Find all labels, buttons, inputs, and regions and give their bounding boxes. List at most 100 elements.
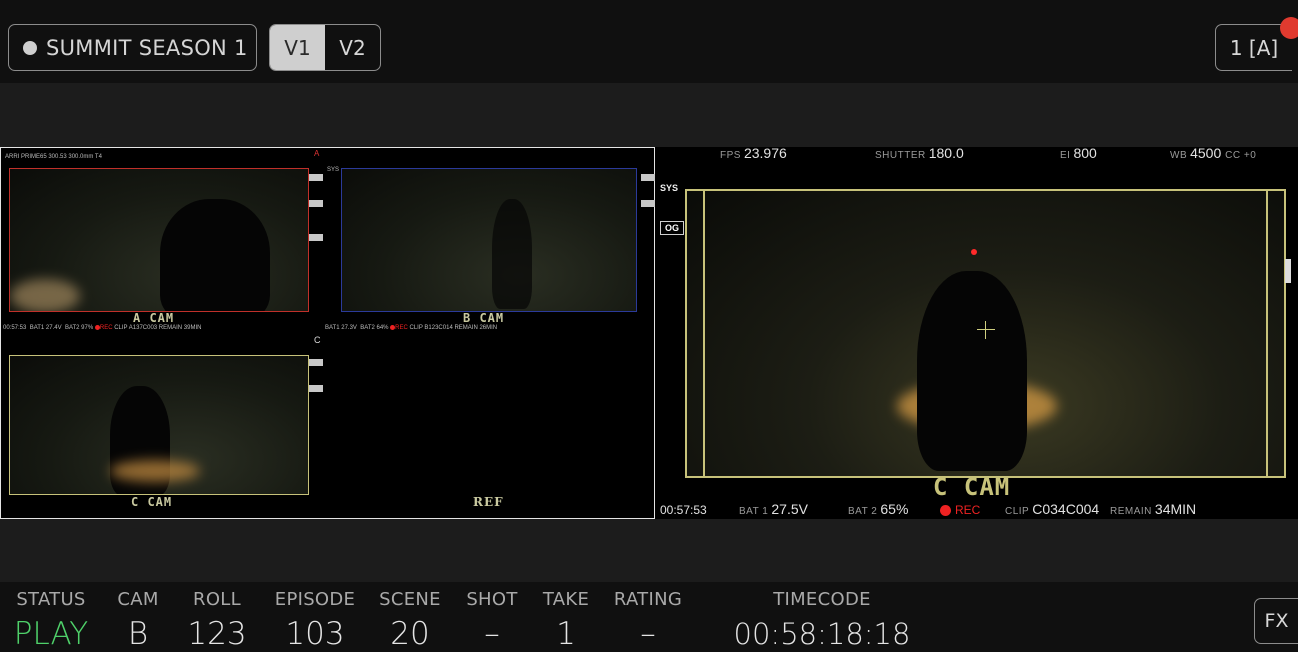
version-v2-button[interactable]: V2	[325, 25, 380, 70]
monitor-remain-key: REMAIN	[1110, 506, 1152, 517]
scene-field: SCENE 20	[376, 582, 444, 650]
monitor-frame-inner-left	[703, 191, 705, 476]
roll-label: ROLL	[193, 589, 241, 610]
main-monitor[interactable]: FPS 23.976 SHUTTER 180.0 EI 800 WB 4500 CC +…	[655, 145, 1298, 519]
project-label: SUMMIT SEASON 1	[46, 35, 248, 60]
rec-dot-icon	[940, 504, 951, 516]
status-field: STATUS PLAY	[12, 582, 90, 650]
a-cam-bat2: 97%	[81, 325, 94, 332]
timecode-field: TIMECODE 00:58:18:18	[716, 582, 928, 650]
a-cam-bat1: 27.4V	[45, 325, 62, 332]
b-cam-rec: REC	[395, 325, 408, 332]
a-cam-explosion	[10, 279, 80, 311]
status-label: STATUS	[16, 589, 86, 610]
monitor-cam-label: C CAM	[933, 473, 1011, 501]
upper-spacer	[0, 84, 1298, 147]
monitor-ei-value: 800	[1073, 145, 1097, 161]
rating-label: RATING	[613, 589, 683, 610]
monitor-ei: EI 800	[1060, 145, 1097, 161]
a-cam-lens-info: ARRI PRIME65 300.53 300.0mm T4	[5, 154, 102, 160]
rating-field: RATING –	[610, 582, 686, 650]
monitor-fps-value: 23.976	[743, 145, 787, 161]
monitor-wb-cc: CC +0	[1225, 150, 1257, 161]
monitor-fps-key: FPS	[720, 150, 741, 161]
status-value: PLAY	[13, 616, 89, 652]
monitor-clip-value: C034C004	[1032, 501, 1100, 517]
episode-field: EPISODE 103	[272, 582, 358, 650]
monitor-wb-value: 4500	[1190, 145, 1222, 161]
monitor-sys-chip: SYS	[660, 183, 679, 193]
roll-value: 123	[187, 616, 247, 652]
a-cam-frame	[9, 168, 309, 312]
c-cam-side-chip	[309, 385, 323, 392]
c-cam-side-chip	[309, 359, 323, 366]
monitor-remain: REMAIN 34MIN	[1110, 501, 1196, 517]
take-value: 1	[556, 616, 576, 652]
a-cam-clip: A137C003	[128, 325, 158, 332]
monitor-bat1-key: BAT 1	[739, 506, 769, 517]
monitor-remain-value: 34MIN	[1154, 501, 1197, 517]
scene-label: SCENE	[379, 589, 441, 610]
b-cam-status-line: BAT1 27.3V BAT2 64% REC CLIP B123C014 RE…	[325, 325, 498, 332]
monitor-clip: CLIP C034C004	[1005, 501, 1099, 517]
status-dot-icon	[23, 40, 37, 55]
monitor-timecode: 00:57:53	[660, 503, 707, 517]
project-selector-button[interactable]: SUMMIT SEASON 1	[8, 24, 257, 71]
monitor-clip-key: CLIP	[1005, 506, 1030, 517]
monitor-frame-inner-right	[1266, 191, 1268, 476]
episode-label: EPISODE	[274, 589, 356, 610]
a-cam-remain: 39MIN	[183, 325, 202, 332]
a-cam-timecode: 00:57:53	[3, 325, 27, 332]
b-cam-bat2: 64%	[376, 325, 389, 332]
monitor-shutter: SHUTTER 180.0	[875, 145, 964, 161]
top-toolbar: SUMMIT SEASON 1 V1 V2 1 [A]	[0, 0, 1298, 84]
a-cam-label: A CAM	[133, 311, 175, 325]
c-cam-tile[interactable]: C C CAM	[1, 333, 323, 518]
a-cam-status-line: 00:57:53 BAT1 27.4V BAT2 97% REC CLIP A1…	[3, 325, 202, 332]
rating-value: –	[640, 616, 656, 652]
ref-tile[interactable]: REF	[323, 333, 653, 518]
monitor-og-chip: OG	[660, 221, 685, 235]
monitor-shutter-value: 180.0	[928, 145, 964, 161]
b-cam-sys-chip: SYS	[327, 167, 340, 173]
b-cam-side-chip	[641, 174, 655, 181]
monitor-ei-key: EI	[1060, 150, 1071, 161]
shot-value: –	[484, 616, 500, 652]
c-cam-frame	[9, 355, 309, 495]
monitor-bat1-value: 27.5V	[771, 501, 808, 517]
version-v1-button[interactable]: V1	[270, 25, 325, 70]
monitor-bat2-key: BAT 2	[848, 506, 878, 517]
ref-label: REF	[473, 495, 504, 509]
monitor-frame	[685, 189, 1286, 478]
multiview-quad[interactable]: ARRI PRIME65 300.53 300.0mm T4 A A CAM 0…	[0, 147, 655, 519]
notification-badge[interactable]	[1280, 17, 1298, 39]
metadata-status-bar: STATUS PLAY CAM B ROLL 123 EPISODE 103 S…	[0, 582, 1298, 652]
monitor-shutter-key: SHUTTER	[875, 150, 926, 161]
shot-label: SHOT	[466, 589, 518, 610]
b-cam-clip: B123C014	[424, 325, 453, 332]
cam-label: CAM	[117, 589, 159, 610]
scene-value: 20	[390, 616, 430, 652]
cam-value: B	[127, 616, 149, 652]
monitor-bat1: BAT 1 27.5V	[739, 501, 808, 517]
a-cam-marker: A	[314, 149, 320, 158]
b-cam-frame	[341, 168, 637, 312]
roll-field: ROLL 123	[180, 582, 254, 650]
lower-spacer	[0, 519, 1298, 582]
monitor-side-chip	[1285, 259, 1291, 283]
version-toggle: V1 V2	[269, 24, 381, 71]
monitor-rec-light-icon	[971, 249, 977, 255]
episode-value: 103	[285, 616, 345, 652]
monitor-wb-key: WB	[1170, 150, 1188, 161]
c-cam-small-label: C CAM	[131, 495, 173, 509]
fx-button[interactable]: FX	[1254, 598, 1298, 644]
monitor-wb: WB 4500 CC +0	[1170, 145, 1259, 161]
c-cam-explosion	[110, 460, 200, 482]
monitor-rec-text: REC	[955, 503, 981, 517]
b-cam-tile[interactable]: SYS B CAM BAT1 27.3V BAT2 64% REC CLIP B…	[323, 148, 655, 333]
c-cam-marker: C	[314, 335, 321, 345]
timecode-label: TIMECODE	[773, 589, 871, 610]
a-cam-tile[interactable]: ARRI PRIME65 300.53 300.0mm T4 A A CAM 0…	[1, 148, 323, 333]
crosshair-icon	[977, 329, 995, 330]
shot-field: SHOT –	[462, 582, 522, 650]
